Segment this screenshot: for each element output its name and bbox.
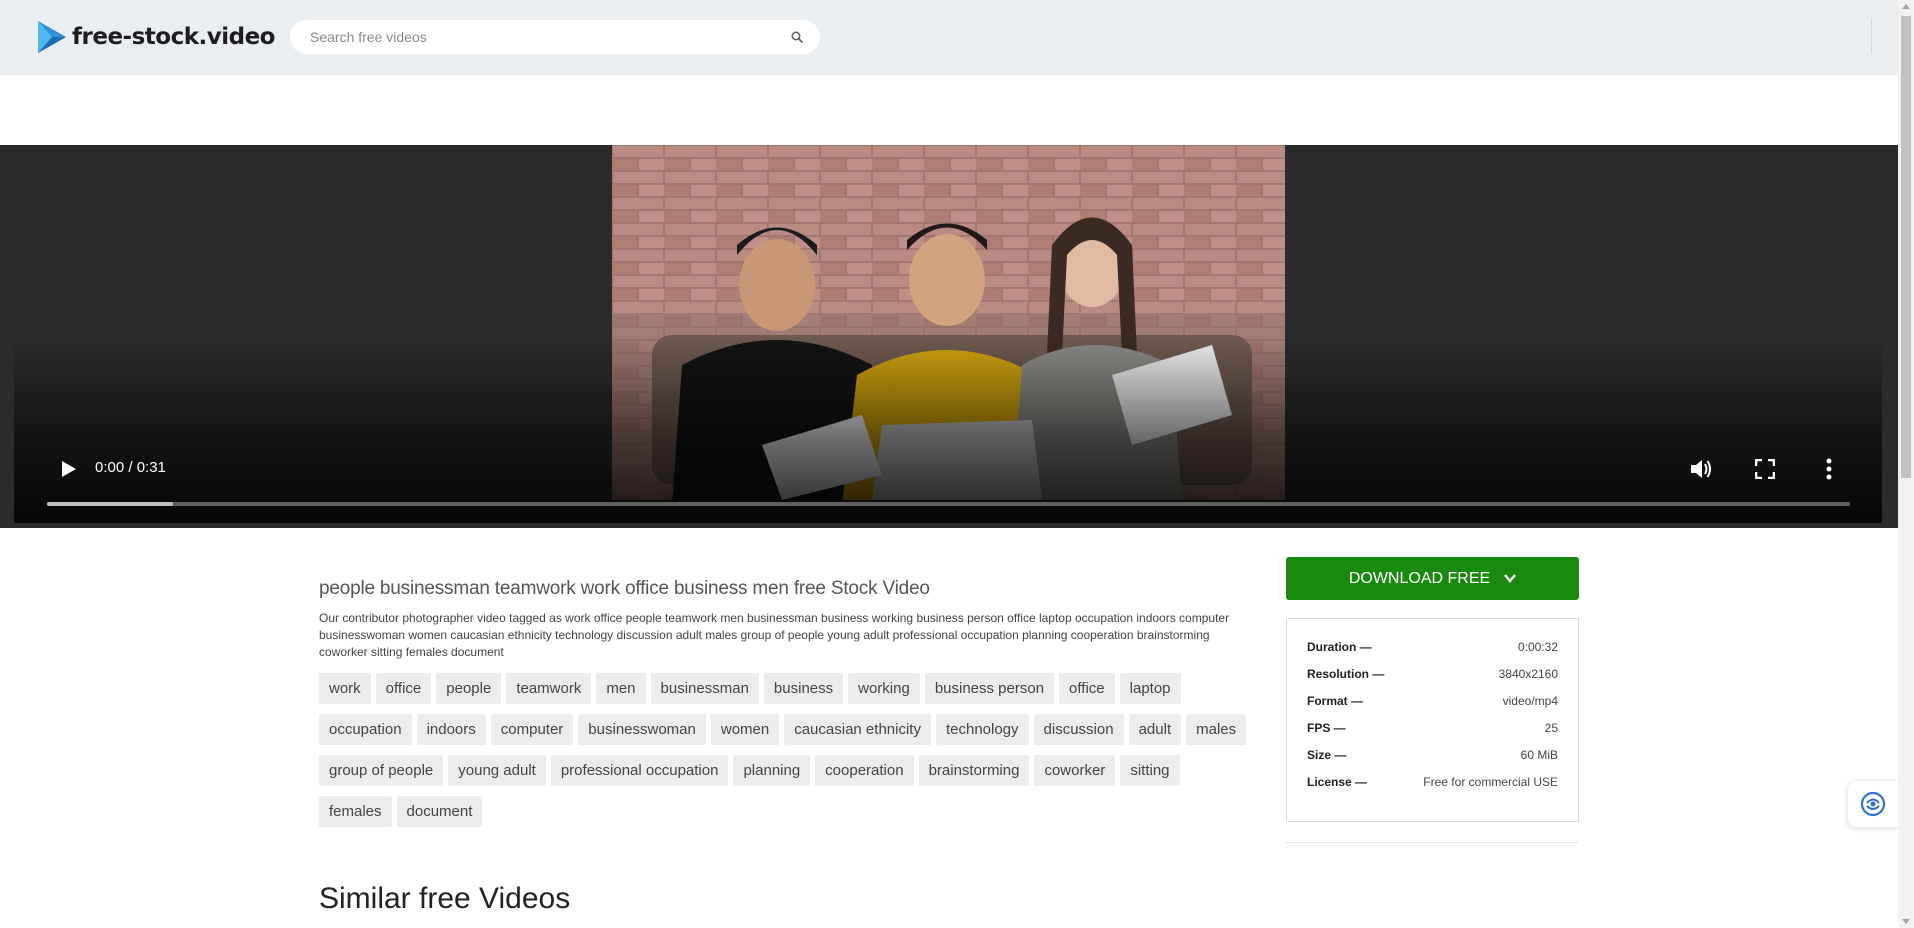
tag-item[interactable]: business: [763, 673, 844, 704]
tag-item[interactable]: business person: [924, 673, 1055, 704]
tag-item[interactable]: teamwork: [506, 673, 592, 704]
page: free-stock.video Search free videos 0:00…: [0, 0, 1914, 928]
meta-row: Size — 60 MiB: [1307, 742, 1558, 769]
meta-value: 0:00:32: [1517, 640, 1558, 654]
progress-bar[interactable]: [47, 502, 1850, 506]
meta-key: Size —: [1307, 748, 1347, 762]
tag-item[interactable]: document: [396, 796, 483, 827]
tag-item[interactable]: computer: [490, 714, 574, 745]
buffered-fill: [47, 502, 174, 506]
page-scrollbar[interactable]: [1898, 0, 1914, 928]
tag-list: work office people teamwork men businessman bu…: [319, 673, 1259, 837]
meta-key: License —: [1307, 775, 1368, 789]
tag-item[interactable]: people: [436, 673, 502, 704]
scroll-down-icon[interactable]: [1902, 919, 1910, 924]
meta-value: 60 MiB: [1520, 748, 1558, 762]
divider: [1286, 842, 1579, 843]
tag-item[interactable]: men: [596, 673, 646, 704]
tag-item[interactable]: cooperation: [815, 755, 914, 786]
meta-row: License — Free for commercial USE: [1307, 769, 1558, 796]
meta-key: FPS —: [1307, 721, 1346, 735]
download-label: DOWNLOAD FREE: [1348, 569, 1491, 587]
search-icon[interactable]: [788, 28, 806, 46]
tag-item[interactable]: females: [319, 796, 392, 827]
download-button[interactable]: DOWNLOAD FREE: [1286, 557, 1579, 600]
volume-icon[interactable]: [1686, 454, 1716, 484]
meta-value: video/mp4: [1502, 694, 1558, 708]
tag-item[interactable]: group of people: [319, 755, 444, 786]
tag-item[interactable]: work: [319, 673, 371, 704]
video-player[interactable]: 0:00 / 0:31: [0, 145, 1898, 528]
meta-key: Resolution —: [1307, 667, 1385, 681]
header-divider: [1871, 18, 1872, 54]
video-metadata: Duration — 0:00:32 Resolution — 3840x2160 Fo…: [1286, 618, 1579, 822]
scroll-thumb[interactable]: [1901, 16, 1911, 478]
tag-item[interactable]: women: [710, 714, 780, 745]
meta-row: FPS — 25: [1307, 715, 1558, 742]
meta-key: Duration —: [1307, 640, 1372, 654]
tag-item[interactable]: caucasian ethnicity: [784, 714, 931, 745]
meta-row: Format — video/mp4: [1307, 688, 1558, 715]
video-title: people businessman teamwork work office …: [319, 578, 930, 599]
tag-item[interactable]: businesswoman: [578, 714, 706, 745]
tag-item[interactable]: indoors: [416, 714, 486, 745]
tag-item[interactable]: office: [375, 673, 432, 704]
tag-item[interactable]: adult: [1128, 714, 1182, 745]
search-input[interactable]: [310, 29, 788, 45]
play-icon[interactable]: [54, 454, 84, 484]
search-bar: [290, 20, 820, 54]
meta-value: Free for commercial USE: [1423, 775, 1558, 789]
tag-item[interactable]: coworker: [1034, 755, 1116, 786]
logo-text: free-stock.video: [72, 24, 276, 50]
more-vertical-icon[interactable]: [1814, 454, 1844, 484]
tag-item[interactable]: occupation: [319, 714, 412, 745]
fullscreen-icon[interactable]: [1750, 454, 1780, 484]
tag-item[interactable]: males: [1186, 714, 1247, 745]
player-controls: 0:00 / 0:31: [14, 442, 1882, 522]
meta-row: Resolution — 3840x2160: [1307, 661, 1558, 688]
tag-item[interactable]: discussion: [1033, 714, 1124, 745]
tag-item[interactable]: professional occupation: [550, 755, 729, 786]
site-header: free-stock.video: [0, 0, 1898, 75]
tag-item[interactable]: young adult: [448, 755, 546, 786]
video-details: people businessman teamwork work office …: [319, 570, 1259, 837]
meta-row: Duration — 0:00:32: [1307, 634, 1558, 661]
tag-item[interactable]: businessman: [650, 673, 759, 704]
tag-item[interactable]: laptop: [1119, 673, 1181, 704]
chevron-down-icon: [1504, 574, 1517, 583]
tag-item[interactable]: brainstorming: [918, 755, 1030, 786]
tag-item[interactable]: working: [848, 673, 920, 704]
meta-value: 25: [1544, 721, 1558, 735]
tag-item[interactable]: sitting: [1120, 755, 1180, 786]
play-triangle-logo-icon: [38, 21, 66, 53]
tag-item[interactable]: technology: [935, 714, 1029, 745]
tag-item[interactable]: planning: [733, 755, 811, 786]
scroll-up-icon[interactable]: [1902, 4, 1910, 9]
tag-item[interactable]: office: [1059, 673, 1115, 704]
meta-key: Format —: [1307, 694, 1364, 708]
translate-assistant-icon[interactable]: [1848, 781, 1898, 827]
site-logo[interactable]: free-stock.video: [36, 20, 276, 54]
similar-videos-heading: Similar free Videos: [319, 882, 571, 915]
time-display: 0:00 / 0:31: [95, 459, 166, 476]
meta-value: 3840x2160: [1498, 667, 1558, 681]
video-description: Our contributor photographer video tagge…: [319, 611, 1230, 659]
